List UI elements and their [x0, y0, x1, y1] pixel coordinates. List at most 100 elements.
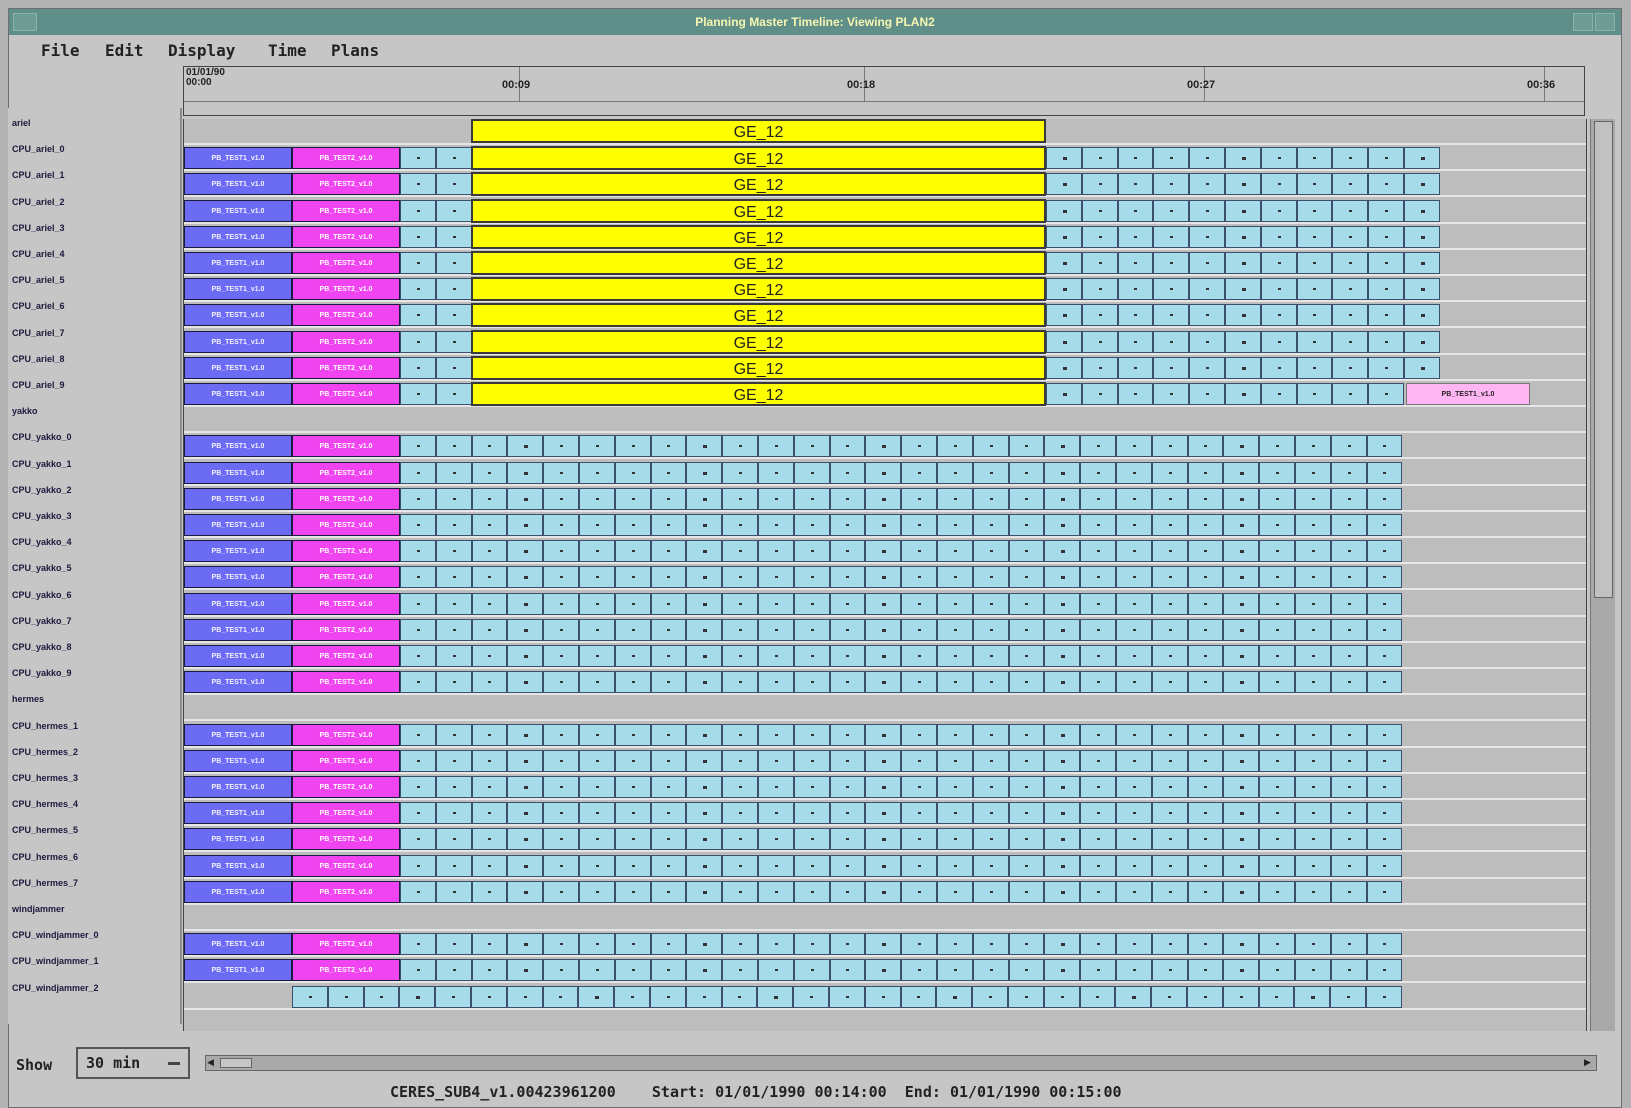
small-task-block[interactable]: [865, 618, 902, 641]
small-task-block[interactable]: [614, 540, 651, 563]
small-task-block[interactable]: [829, 461, 866, 484]
small-task-block[interactable]: [865, 776, 902, 798]
small-task-block[interactable]: [292, 985, 328, 1008]
menu-plans[interactable]: Plans: [331, 37, 379, 65]
small-task-block[interactable]: [686, 461, 723, 484]
small-task-block[interactable]: [722, 776, 758, 798]
small-task-block[interactable]: [1008, 514, 1045, 536]
small-task-block[interactable]: [579, 487, 615, 510]
show-interval-select[interactable]: 30 min: [76, 1047, 190, 1079]
small-task-block[interactable]: [1260, 278, 1297, 301]
small-task-block[interactable]: [722, 461, 758, 484]
small-task-block[interactable]: [1404, 225, 1440, 248]
small-task-block[interactable]: [327, 985, 364, 1008]
small-task-block[interactable]: [1259, 749, 1295, 772]
small-task-block[interactable]: [1008, 828, 1045, 851]
small-task-block[interactable]: [1225, 173, 1261, 196]
small-task-block[interactable]: [1116, 671, 1152, 694]
small-task-block[interactable]: [1117, 252, 1154, 274]
small-task-block[interactable]: [1368, 383, 1404, 405]
small-task-block[interactable]: [1296, 173, 1333, 196]
small-task-block[interactable]: [471, 854, 508, 877]
small-task-block[interactable]: [1366, 723, 1403, 746]
ge-task-block[interactable]: GE_12: [471, 146, 1046, 171]
small-task-block[interactable]: [579, 461, 615, 484]
small-task-block[interactable]: [1332, 199, 1369, 222]
small-task-block[interactable]: [937, 514, 973, 536]
small-task-block[interactable]: [829, 723, 866, 746]
small-task-block[interactable]: [1044, 487, 1081, 510]
small-task-block[interactable]: [1366, 540, 1403, 563]
small-task-block[interactable]: [1008, 749, 1045, 772]
small-task-block[interactable]: [758, 540, 794, 563]
small-task-block[interactable]: [1044, 828, 1081, 851]
small-task-block[interactable]: [614, 959, 651, 982]
small-task-block[interactable]: [1332, 173, 1369, 196]
small-task-block[interactable]: [1332, 356, 1369, 379]
small-task-block[interactable]: [435, 880, 472, 903]
small-task-block[interactable]: [1330, 435, 1367, 458]
small-task-block[interactable]: [1151, 461, 1188, 484]
small-task-block[interactable]: [722, 566, 758, 589]
small-task-block[interactable]: [865, 828, 902, 851]
small-task-block[interactable]: [1260, 304, 1297, 327]
small-task-block[interactable]: [650, 618, 687, 641]
small-task-block[interactable]: [722, 618, 758, 641]
small-task-block[interactable]: [793, 802, 830, 825]
small-task-block[interactable]: [507, 828, 544, 851]
small-task-block[interactable]: [1008, 959, 1045, 982]
small-task-block[interactable]: [1187, 618, 1224, 641]
small-task-block[interactable]: [1187, 540, 1224, 563]
small-task-block[interactable]: [650, 985, 686, 1008]
small-task-block[interactable]: [1008, 985, 1044, 1008]
small-task-block[interactable]: [471, 645, 508, 667]
small-task-block[interactable]: [1117, 173, 1154, 196]
small-task-block[interactable]: [507, 671, 544, 694]
pb-test2-task[interactable]: PB_TEST2_v1.0: [292, 487, 400, 510]
small-task-block[interactable]: [829, 592, 866, 615]
small-task-block[interactable]: [614, 461, 651, 484]
small-task-block[interactable]: [901, 461, 937, 484]
pb-test1-task[interactable]: PB_TEST1_v1.0: [184, 749, 292, 772]
small-task-block[interactable]: [1117, 304, 1154, 327]
small-task-block[interactable]: [1116, 776, 1152, 798]
small-task-block[interactable]: [1223, 776, 1260, 798]
small-task-block[interactable]: [400, 461, 436, 484]
small-task-block[interactable]: [543, 959, 579, 982]
small-task-block[interactable]: [1153, 225, 1190, 248]
small-task-block[interactable]: [865, 933, 902, 956]
small-task-block[interactable]: [507, 435, 544, 458]
small-task-block[interactable]: [614, 776, 651, 798]
small-task-block[interactable]: [865, 435, 902, 458]
small-task-block[interactable]: [937, 671, 973, 694]
small-task-block[interactable]: [972, 828, 1009, 851]
small-task-block[interactable]: [400, 147, 436, 170]
small-task-block[interactable]: [1295, 487, 1331, 510]
small-task-block[interactable]: [1368, 225, 1404, 248]
small-task-block[interactable]: [865, 461, 902, 484]
small-task-block[interactable]: [972, 880, 1009, 903]
small-task-block[interactable]: [793, 645, 830, 667]
small-task-block[interactable]: [1332, 278, 1369, 301]
pb-test2-task[interactable]: PB_TEST2_v1.0: [292, 461, 400, 484]
pb-test2-task[interactable]: PB_TEST2_v1.0: [292, 749, 400, 772]
small-task-block[interactable]: [1153, 383, 1190, 405]
small-task-block[interactable]: [937, 435, 973, 458]
small-task-block[interactable]: [579, 592, 615, 615]
small-task-block[interactable]: [901, 723, 937, 746]
small-task-block[interactable]: [722, 933, 758, 956]
small-task-block[interactable]: [1258, 985, 1295, 1008]
small-task-block[interactable]: [1187, 749, 1224, 772]
pb-test1-task[interactable]: PB_TEST1_v1.0: [184, 330, 292, 353]
small-task-block[interactable]: [1044, 461, 1081, 484]
small-task-block[interactable]: [650, 959, 687, 982]
small-task-block[interactable]: [614, 592, 651, 615]
small-task-block[interactable]: [543, 933, 579, 956]
small-task-block[interactable]: [1044, 854, 1081, 877]
small-task-block[interactable]: [1189, 304, 1225, 327]
small-task-block[interactable]: [1151, 592, 1188, 615]
small-task-block[interactable]: [1151, 645, 1188, 667]
small-task-block[interactable]: [901, 592, 937, 615]
pb-test1-task[interactable]: PB_TEST1_v1.0: [184, 933, 292, 956]
small-task-block[interactable]: [1330, 487, 1367, 510]
